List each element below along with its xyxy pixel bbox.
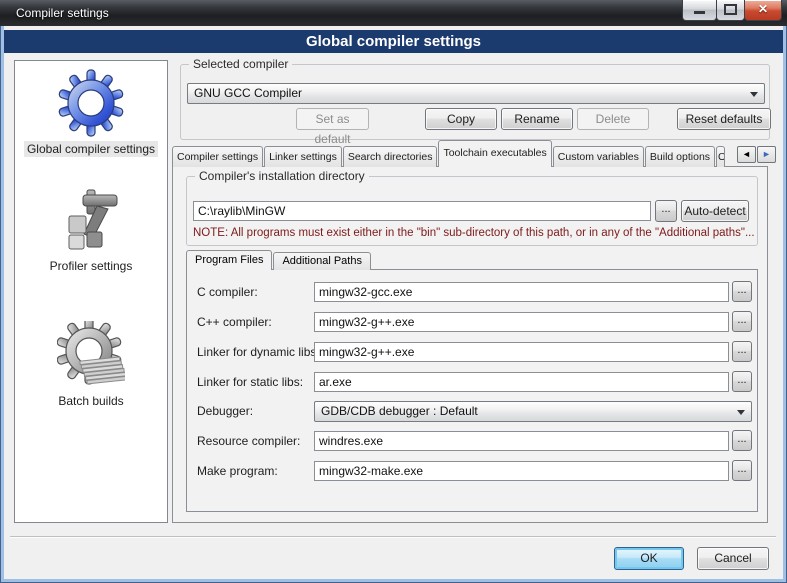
browse-make-program-button[interactable]: ... [732,460,752,481]
dynamic-linker-input[interactable] [314,342,729,362]
field-label: Resource compiler: [197,431,300,451]
sidebar-item-global-compiler-settings[interactable]: Global compiler settings [15,69,167,158]
tab-scroll-right-icon[interactable]: ► [757,146,776,163]
cpp-compiler-input[interactable] [314,312,729,332]
sidebar-item-profiler-settings[interactable]: Profiler settings [15,186,167,275]
subtab-program-files[interactable]: Program Files [186,250,272,270]
compiler-settings-dialog: Compiler settings Global compiler settin… [0,0,787,583]
browse-dynamic-linker-button[interactable]: ... [732,341,752,362]
selected-compiler-group: Selected compiler GNU GCC Compiler Set a… [180,64,770,140]
install-note: NOTE: All programs must exist either in … [193,227,755,239]
chevron-down-icon [750,92,758,97]
program-files-panel: C compiler: ... C++ compiler: ... Linker… [186,269,758,512]
installation-directory-input[interactable] [193,201,651,221]
chevron-down-icon [737,410,745,415]
field-label: C compiler: [197,282,258,302]
static-linker-input[interactable] [314,372,729,392]
installation-directory-group-label: Compiler's installation directory [195,169,369,183]
delete-button[interactable]: Delete [577,108,649,130]
debugger-select-value: GDB/CDB debugger : Default [321,404,478,418]
tab-linker-settings[interactable]: Linker settings [264,146,342,167]
maximize-icon[interactable] [716,0,745,21]
tab-scroll-left-icon[interactable]: ◄ [737,146,756,163]
page-title-banner: Global compiler settings [4,30,783,53]
compiler-tabs: Compiler settings Linker settings Search… [172,140,737,167]
blue-gear-icon [57,69,125,137]
field-label: C++ compiler: [197,312,272,332]
minimize-icon[interactable] [682,0,717,21]
tab-compiler-settings[interactable]: Compiler settings [172,146,263,167]
gray-gear-stack-icon [57,321,125,389]
browse-cpp-compiler-button[interactable]: ... [732,311,752,332]
sidebar-item-label: Global compiler settings [24,141,158,157]
titlebar[interactable]: Compiler settings [0,0,787,26]
browse-static-linker-button[interactable]: ... [732,371,752,392]
field-label: Linker for static libs: [197,372,303,392]
sidebar-item-batch-builds[interactable]: Batch builds [15,321,167,410]
program-subtabs: Program Files Additional Paths [186,250,372,270]
compiler-select-value: GNU GCC Compiler [194,86,302,100]
caliper-icon [57,186,125,254]
tab-custom-variables[interactable]: Custom variables [553,146,644,167]
field-label: Debugger: [197,401,253,421]
compiler-select[interactable]: GNU GCC Compiler [187,83,765,104]
rename-button[interactable]: Rename [501,108,573,130]
tab-build-options[interactable]: Build options [645,146,715,167]
subtab-additional-paths[interactable]: Additional Paths [273,252,371,270]
browse-c-compiler-button[interactable]: ... [732,281,752,302]
settings-sidebar: Global compiler settings Profi [14,60,168,523]
tab-search-directories[interactable]: Search directories [343,146,438,167]
copy-button[interactable]: Copy [425,108,497,130]
debugger-select[interactable]: GDB/CDB debugger : Default [314,401,752,422]
selected-compiler-group-label: Selected compiler [189,57,292,71]
tab-overflow-clipped[interactable]: O [716,146,725,167]
sidebar-item-label: Batch builds [55,393,126,409]
page-title: Global compiler settings [4,30,783,53]
set-as-default-button[interactable]: Set as default [296,108,369,130]
reset-defaults-button[interactable]: Reset defaults [677,108,771,130]
close-icon[interactable] [744,0,782,21]
make-program-input[interactable] [314,461,729,481]
field-label: Make program: [197,461,278,481]
browse-directory-button[interactable]: ... [655,200,677,222]
footer-divider [10,536,776,538]
tab-toolchain-executables[interactable]: Toolchain executables [438,140,551,167]
cancel-button[interactable]: Cancel [697,547,769,570]
c-compiler-input[interactable] [314,282,729,302]
installation-directory-group: Compiler's installation directory ... Au… [186,176,758,246]
window-title: Compiler settings [16,6,109,20]
resource-compiler-input[interactable] [314,431,729,451]
dialog-client-area: Global compiler settings [4,26,783,579]
ok-button[interactable]: OK [614,547,684,570]
sidebar-item-label: Profiler settings [47,258,136,274]
field-label: Linker for dynamic libs: [197,342,320,362]
auto-detect-button[interactable]: Auto-detect [681,200,749,222]
browse-resource-compiler-button[interactable]: ... [732,430,752,451]
